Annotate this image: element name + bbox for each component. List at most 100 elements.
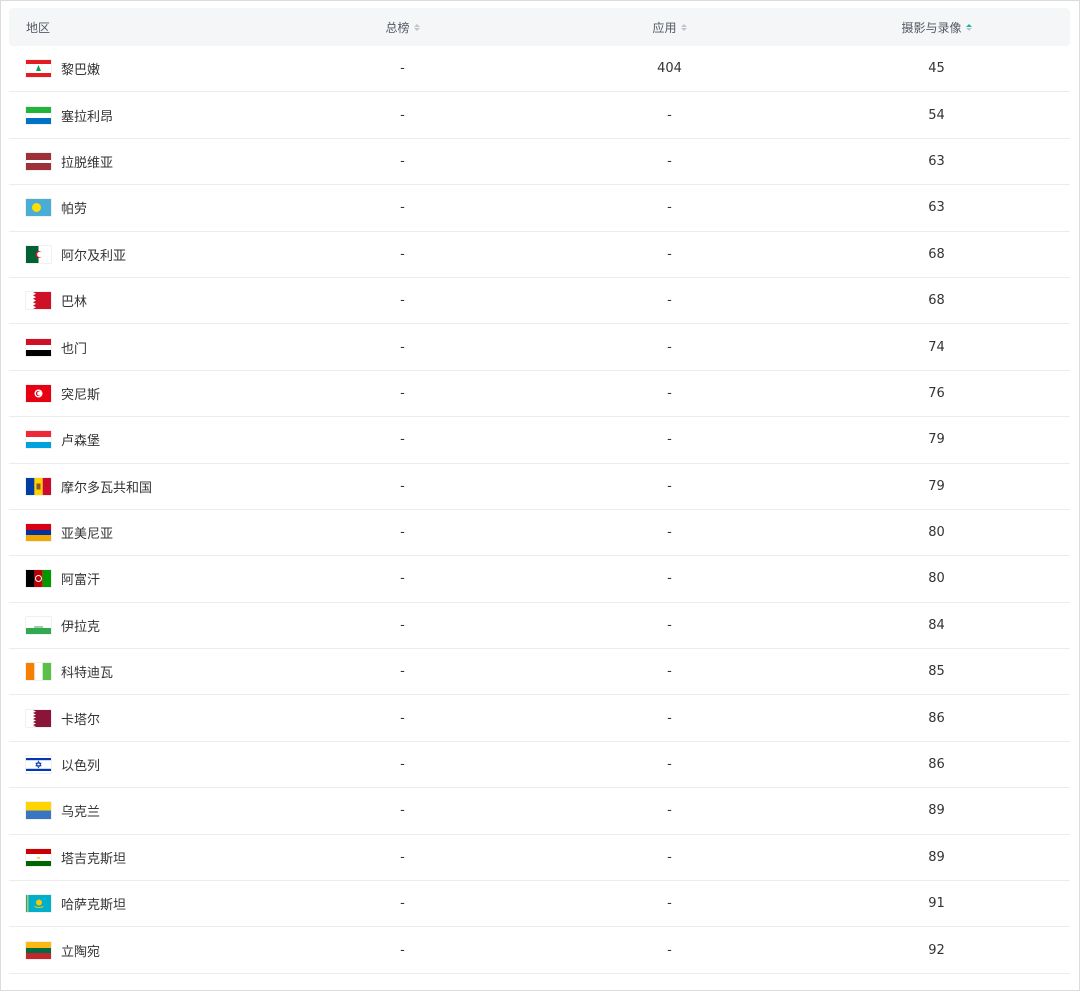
luxembourg-flag-icon — [26, 431, 51, 449]
region-name: 黎巴嫩 — [61, 63, 101, 79]
apps-rank-value: - — [667, 803, 672, 819]
region-name: 伊拉克 — [61, 619, 101, 635]
region-name: 阿尔及利亚 — [61, 248, 127, 264]
photo-video-rank-cell: 74 — [803, 340, 1070, 355]
photo-video-rank-cell: 45 — [803, 61, 1070, 76]
photo-video-rank-cell: 89 — [803, 850, 1070, 865]
region-cell: 突尼斯 — [9, 384, 269, 403]
total-rank-cell: - — [269, 850, 536, 865]
table-row[interactable]: 帕劳 - - 63 — [9, 185, 1070, 232]
region-cell: 卡塔尔 — [9, 709, 269, 728]
total-rank-cell: - — [269, 757, 536, 772]
photo-video-rank-value: 79 — [928, 432, 945, 448]
apps-rank-value: - — [667, 153, 672, 169]
photo-video-rank-value: 54 — [928, 107, 945, 123]
apps-rank-cell: - — [536, 340, 803, 355]
sort-icon[interactable] — [413, 23, 420, 31]
tunisia-flag-icon — [26, 384, 51, 402]
tajikistan-flag-icon — [26, 848, 51, 866]
photo-video-rank-cell: 54 — [803, 108, 1070, 123]
photo-video-rank-value: 63 — [928, 200, 945, 216]
table-row[interactable]: 亚美尼亚 - - 80 — [9, 510, 1070, 557]
header-region-label: 地区 — [26, 20, 51, 35]
table-row[interactable]: 拉脱维亚 - - 63 — [9, 139, 1070, 186]
country-ranking-table: 地区 总榜 应用 摄影与录像 黎巴嫩 - 404 45 塞拉利昂 - - 54 拉脱维亚 - - 63… — [9, 8, 1070, 974]
photo-video-rank-value: 79 — [928, 478, 945, 494]
total-rank-cell: - — [269, 803, 536, 818]
sort-icon[interactable] — [680, 23, 687, 31]
sort-ascending-icon[interactable] — [965, 23, 972, 31]
photo-video-rank-value: 86 — [928, 710, 945, 726]
region-name: 帕劳 — [61, 202, 88, 218]
table-row[interactable]: 阿富汗 - - 80 — [9, 556, 1070, 603]
table-body: 黎巴嫩 - 404 45 塞拉利昂 - - 54 拉脱维亚 - - 63 帕劳 - - 63 阿尔及利亚 - - 68… — [9, 46, 1070, 974]
ukraine-flag-icon — [26, 802, 51, 820]
photo-video-rank-cell: 85 — [803, 664, 1070, 679]
header-photo-video[interactable]: 摄影与录像 — [803, 19, 1070, 36]
table-row[interactable]: 伊拉克 - - 84 — [9, 603, 1070, 650]
photo-video-rank-value: 84 — [928, 617, 945, 633]
table-row[interactable]: 立陶宛 - - 92 — [9, 927, 1070, 974]
table-row[interactable]: 卡塔尔 - - 86 — [9, 695, 1070, 742]
total-rank-cell: - — [269, 61, 536, 76]
total-rank-value: - — [400, 803, 405, 819]
total-rank-value: - — [400, 153, 405, 169]
region-name: 摩尔多瓦共和国 — [61, 480, 153, 496]
table-row[interactable]: 摩尔多瓦共和国 - - 79 — [9, 464, 1070, 510]
table-row[interactable]: 突尼斯 - - 76 — [9, 371, 1070, 418]
header-total[interactable]: 总榜 — [269, 19, 536, 36]
region-name: 也门 — [61, 341, 88, 357]
apps-rank-cell: - — [536, 200, 803, 215]
photo-video-rank-value: 85 — [928, 664, 945, 680]
region-cell: 塔吉克斯坦 — [9, 848, 269, 867]
region-name: 以色列 — [61, 759, 101, 775]
header-apps[interactable]: 应用 — [536, 19, 803, 36]
region-name: 科特迪瓦 — [61, 666, 114, 682]
apps-rank-value: - — [667, 710, 672, 726]
table-row[interactable]: 乌克兰 - - 89 — [9, 788, 1070, 835]
apps-rank-value: - — [667, 107, 672, 123]
apps-rank-value: - — [667, 293, 672, 309]
latvia-flag-icon — [26, 152, 51, 170]
photo-video-rank-value: 45 — [928, 61, 945, 77]
apps-rank-cell: - — [536, 757, 803, 772]
lithuania-flag-icon — [26, 941, 51, 959]
total-rank-value: - — [400, 757, 405, 773]
total-rank-value: - — [400, 710, 405, 726]
table-row[interactable]: 哈萨克斯坦 - - 91 — [9, 881, 1070, 928]
table-row[interactable]: 巴林 - - 68 — [9, 278, 1070, 325]
photo-video-rank-value: 76 — [928, 385, 945, 401]
palau-flag-icon — [26, 199, 51, 217]
total-rank-cell: - — [269, 154, 536, 169]
photo-video-rank-cell: 63 — [803, 200, 1070, 215]
photo-video-rank-cell: 76 — [803, 386, 1070, 401]
total-rank-cell: - — [269, 479, 536, 494]
apps-rank-value: - — [667, 896, 672, 912]
apps-rank-value: - — [667, 478, 672, 494]
total-rank-value: - — [400, 478, 405, 494]
total-rank-cell: - — [269, 943, 536, 958]
total-rank-value: - — [400, 525, 405, 541]
apps-rank-value: - — [667, 525, 672, 541]
table-row[interactable]: 也门 - - 74 — [9, 324, 1070, 371]
table-row[interactable]: 黎巴嫩 - 404 45 — [9, 46, 1070, 93]
region-cell: 科特迪瓦 — [9, 662, 269, 681]
region-name: 塞拉利昂 — [61, 109, 114, 125]
photo-video-rank-value: 68 — [928, 293, 945, 309]
region-name: 拉脱维亚 — [61, 155, 114, 171]
table-row[interactable]: 塔吉克斯坦 - - 89 — [9, 835, 1070, 882]
table-row[interactable]: 科特迪瓦 - - 85 — [9, 649, 1070, 696]
total-rank-value: - — [400, 293, 405, 309]
table-row[interactable]: 塞拉利昂 - - 54 — [9, 92, 1070, 139]
photo-video-rank-value: 89 — [928, 849, 945, 865]
total-rank-cell: - — [269, 340, 536, 355]
table-row[interactable]: 卢森堡 - - 79 — [9, 417, 1070, 464]
region-name: 卡塔尔 — [61, 712, 101, 728]
table-row[interactable]: 以色列 - - 86 — [9, 742, 1070, 789]
apps-rank-cell: - — [536, 664, 803, 679]
yemen-flag-icon — [26, 338, 51, 356]
table-row[interactable]: 阿尔及利亚 - - 68 — [9, 232, 1070, 278]
apps-rank-cell: - — [536, 479, 803, 494]
photo-video-rank-value: 86 — [928, 757, 945, 773]
apps-rank-value: - — [667, 757, 672, 773]
